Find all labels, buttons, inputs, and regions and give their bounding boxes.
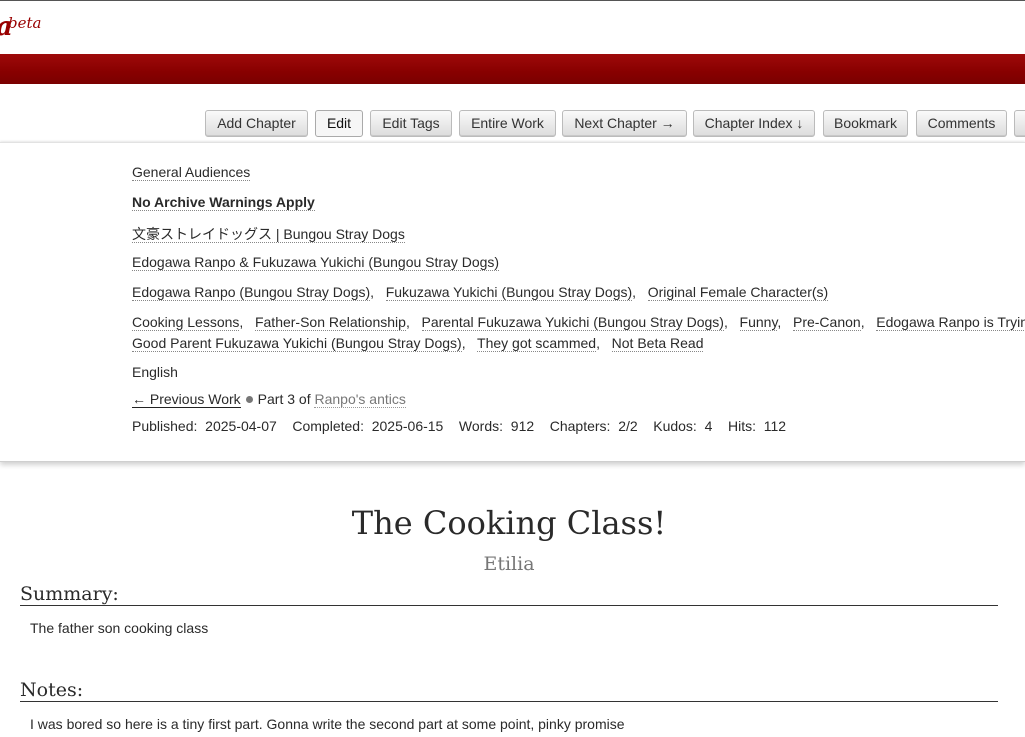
summary-heading: Summary: (20, 583, 998, 606)
notes-heading: Notes: (20, 679, 998, 702)
freeform-tag[interactable]: Good Parent Fukuzawa Yukichi (Bungou Str… (132, 335, 462, 352)
freeform-row-2: Good Parent Fukuzawa Yukichi (Bungou Str… (132, 335, 704, 352)
rating-tag[interactable]: General Audiences (132, 164, 251, 181)
relationship-tag[interactable]: Edogawa Ranpo & Fukuzawa Yukichi (Bungou… (132, 254, 500, 271)
freeform-tag[interactable]: Pre-Canon (792, 314, 861, 331)
series-link[interactable]: Ranpo's antics (314, 391, 406, 408)
overflow-button[interactable] (1014, 110, 1025, 137)
hits-value: 112 (763, 418, 787, 434)
language-row: English (132, 364, 178, 380)
freeform-tag[interactable]: They got scammed (477, 335, 597, 352)
published-value: 2025-04-07 (205, 418, 277, 434)
chapter-index-button[interactable]: Chapter Index ↓ (693, 110, 815, 137)
freeform-tag[interactable]: Cooking Lessons (132, 314, 240, 331)
words-label: Words: (458, 418, 504, 434)
kudos-value: 4 (704, 418, 713, 434)
completed-value: 2025-06-15 (371, 418, 444, 434)
words-value: 912 (510, 418, 535, 434)
freeform-row-1: Cooking Lessons, Father-Son Relationship… (132, 314, 1025, 331)
kudos-label: Kudos: (653, 418, 697, 434)
freeform-tag[interactable]: Father-Son Relationship (254, 314, 406, 331)
beta-label: beta (8, 14, 42, 32)
warning-tag[interactable]: No Archive Warnings Apply (132, 194, 315, 211)
site-logo[interactable]: a beta (0, 12, 41, 42)
header-banner (0, 54, 1025, 84)
character-tag[interactable]: Original Female Character(s) (647, 284, 829, 301)
work-title: The Cooking Class! (351, 504, 667, 542)
series-row: ← Previous Work Part 3 of Ranpo's antics (132, 391, 406, 408)
characters-row: Edogawa Ranpo (Bungou Stray Dogs), Fukuz… (132, 284, 829, 301)
completed-label: Completed: (292, 418, 364, 434)
character-tag[interactable]: Edogawa Ranpo (Bungou Stray Dogs) (132, 284, 371, 301)
notes-text: I was bored so here is a tiny first part… (30, 716, 625, 732)
chapters-label: Chapters: (549, 418, 611, 434)
freeform-tag[interactable]: Funny (739, 314, 778, 331)
hits-label: Hits: (727, 418, 756, 434)
fandom-tag[interactable]: 文豪ストレイドッグス | Bungou Stray Dogs (132, 226, 405, 243)
chapters-value: 2/2 (618, 418, 638, 434)
comments-button[interactable]: Comments (916, 110, 1007, 137)
work-author[interactable]: Etilia (0, 553, 1018, 575)
previous-work-link[interactable]: ← Previous Work (132, 391, 241, 408)
stats-row: Published: 2025-04-07 Completed: 2025-06… (132, 418, 786, 434)
language-value: English (132, 364, 178, 380)
bookmark-button[interactable]: Bookmark (823, 110, 908, 137)
edit-button[interactable]: Edit (315, 110, 363, 137)
published-label: Published: (132, 418, 198, 434)
next-chapter-button[interactable]: Next Chapter → (562, 110, 687, 137)
freeform-tag[interactable]: Parental Fukuzawa Yukichi (Bungou Stray … (421, 314, 724, 331)
series-part-text: Part 3 of (257, 391, 311, 407)
top-border (0, 0, 1025, 1)
rating-row: General Audiences (132, 164, 251, 181)
fandom-row: 文豪ストレイドッグス | Bungou Stray Dogs (132, 224, 405, 244)
warning-row: No Archive Warnings Apply (132, 194, 315, 211)
summary-text: The father son cooking class (30, 620, 209, 636)
relationship-row: Edogawa Ranpo & Fukuzawa Yukichi (Bungou… (132, 254, 500, 271)
freeform-tag[interactable]: Edogawa Ranpo is Trying (876, 314, 1025, 331)
work-meta: General Audiences No Archive Warnings Ap… (0, 142, 1025, 462)
character-tag[interactable]: Fukuzawa Yukichi (Bungou Stray Dogs) (385, 284, 633, 301)
edit-tags-button[interactable]: Edit Tags (370, 110, 452, 137)
freeform-tag[interactable]: Not Beta Read (611, 335, 704, 352)
bullet-icon (245, 396, 253, 404)
entire-work-button[interactable]: Entire Work (459, 110, 556, 137)
add-chapter-button[interactable]: Add Chapter (205, 110, 308, 137)
